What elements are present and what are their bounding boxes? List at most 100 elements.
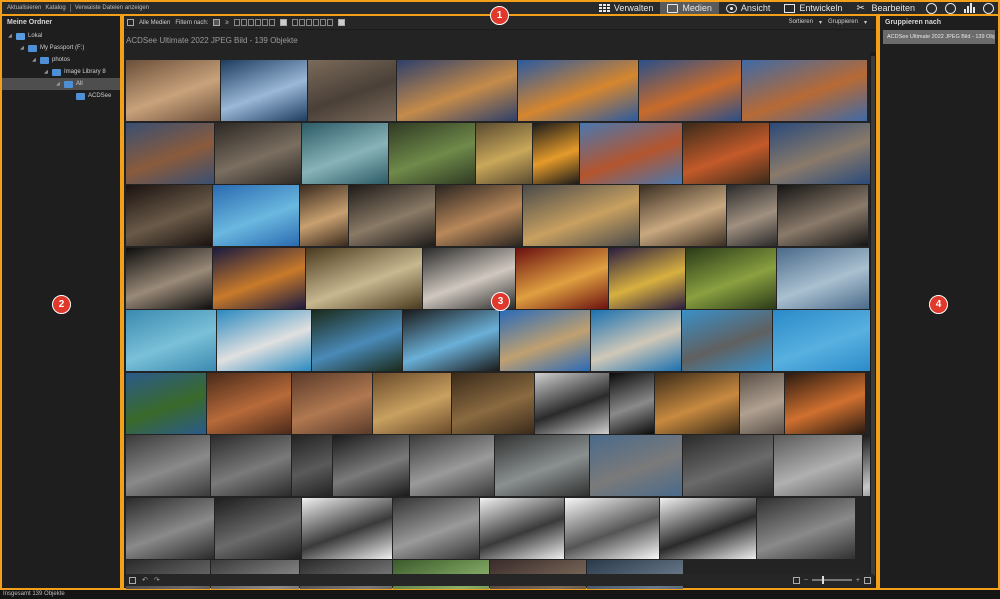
all-media-button[interactable]: Alle Medien — [139, 20, 170, 26]
chevron-down-icon[interactable]: ▾ — [819, 19, 822, 26]
mode-tab-develop[interactable]: Entwickeln — [777, 2, 849, 14]
expand-icon[interactable]: ◢ — [44, 69, 49, 75]
thumbnail[interactable] — [221, 60, 307, 121]
color-label-filter[interactable] — [291, 19, 333, 26]
thumbnail[interactable] — [476, 122, 532, 184]
thumbnail[interactable] — [610, 372, 654, 434]
thumbnail[interactable] — [126, 435, 210, 496]
thumbnail[interactable] — [580, 122, 682, 184]
thumbnail[interactable] — [565, 497, 659, 559]
thumbnail[interactable] — [308, 60, 396, 121]
vertical-scrollbar[interactable] — [870, 52, 876, 587]
thumbnail[interactable] — [292, 435, 332, 496]
thumbnail[interactable] — [126, 185, 212, 246]
tree-node-passport[interactable]: ◢ My Passport (F:) — [2, 42, 120, 54]
sort-button[interactable]: Sortieren — [789, 19, 813, 26]
thumbnail[interactable] — [436, 185, 522, 246]
eye-settings-icon[interactable] — [983, 2, 994, 14]
thumbnail[interactable] — [591, 310, 681, 371]
thumbnail[interactable] — [302, 497, 392, 559]
select-all-icon[interactable] — [129, 576, 136, 584]
zoom-slider[interactable] — [811, 576, 852, 584]
tree-node-acdsee[interactable]: ACDSee — [2, 90, 120, 102]
thumbnail[interactable] — [682, 310, 772, 371]
thumbnail[interactable] — [126, 247, 212, 309]
help-icon[interactable] — [945, 2, 956, 14]
thumbnail[interactable] — [590, 435, 682, 496]
thumbnail[interactable] — [349, 185, 435, 246]
thumbnail[interactable] — [312, 310, 402, 371]
thumbnail[interactable] — [292, 372, 372, 434]
thumbnail[interactable] — [727, 185, 777, 246]
thumbnail[interactable] — [683, 435, 773, 496]
thumbnail-size-icon[interactable] — [792, 576, 800, 584]
expand-icon[interactable]: ◢ — [56, 81, 61, 87]
expand-icon[interactable]: ◢ — [32, 57, 37, 63]
filter-toggle-icon[interactable] — [213, 19, 221, 26]
thumbnail[interactable] — [785, 372, 865, 434]
tree-node-local[interactable]: ◢ Lokal — [2, 30, 120, 42]
thumbnail[interactable] — [126, 122, 214, 184]
thumbnail[interactable] — [757, 497, 855, 559]
thumbnail[interactable] — [778, 185, 868, 246]
chevron-down-icon[interactable]: ▾ — [864, 19, 867, 26]
thumbnail[interactable] — [523, 185, 639, 246]
thumbnail[interactable] — [500, 310, 590, 371]
thumbnail[interactable] — [126, 497, 214, 559]
globe-icon[interactable] — [926, 2, 937, 14]
thumbnail[interactable] — [495, 435, 589, 496]
media-mode-icon[interactable] — [127, 19, 134, 26]
mode-tab-media[interactable]: Medien — [660, 2, 719, 14]
mode-tab-manage[interactable]: Verwalten — [592, 2, 661, 14]
tree-node-photos[interactable]: ◢ photos — [2, 54, 120, 66]
catalog-link[interactable]: Katalog — [45, 5, 65, 11]
thumbnail[interactable] — [213, 185, 299, 246]
tree-node-image-library[interactable]: ◢ Image Library 8 — [2, 66, 120, 78]
thumbnail[interactable] — [609, 247, 685, 309]
zoom-in-icon[interactable]: + — [856, 577, 860, 584]
checkbox-icon[interactable] — [337, 19, 345, 26]
group-item[interactable]: ACDSee Ultimate 2022 JPEG Bild - 139 Obj… — [883, 30, 995, 44]
thumbnail[interactable] — [217, 310, 311, 371]
thumbnail[interactable] — [207, 372, 291, 434]
thumbnail[interactable] — [393, 497, 479, 559]
thumbnail[interactable] — [535, 372, 609, 434]
thumbnail[interactable] — [302, 122, 388, 184]
thumbnail[interactable] — [640, 185, 726, 246]
tree-node-all[interactable]: ◢ All — [2, 78, 120, 90]
thumbnail[interactable] — [516, 247, 608, 309]
checkbox-icon[interactable] — [279, 19, 287, 26]
rating-operator[interactable]: ≥ — [225, 20, 228, 26]
show-orphaned-files-link[interactable]: Verwaiste Dateien anzeigen — [75, 5, 149, 11]
thumbnail[interactable] — [126, 310, 216, 371]
thumbnail[interactable] — [410, 435, 494, 496]
thumbnail[interactable] — [397, 60, 517, 121]
histogram-icon[interactable] — [964, 3, 975, 13]
thumbnail[interactable] — [686, 247, 776, 309]
thumbnail[interactable] — [777, 247, 869, 309]
thumbnail[interactable] — [639, 60, 741, 121]
scrollbar-thumb[interactable] — [871, 56, 875, 576]
thumbnail[interactable] — [773, 310, 870, 371]
thumbnail[interactable] — [863, 435, 870, 496]
thumbnail[interactable] — [774, 435, 862, 496]
rotate-right-icon[interactable]: ↷ — [154, 576, 160, 584]
thumbnail[interactable] — [683, 122, 769, 184]
mode-tab-view[interactable]: Ansicht — [719, 2, 778, 14]
thumbnail[interactable] — [533, 122, 579, 184]
thumbnail[interactable] — [333, 435, 409, 496]
thumbnail[interactable] — [518, 60, 638, 121]
thumbnail[interactable] — [655, 372, 739, 434]
thumbnail[interactable] — [373, 372, 451, 434]
zoom-out-icon[interactable]: − — [804, 577, 808, 584]
thumbnail[interactable] — [742, 60, 867, 121]
mode-tab-edit[interactable]: ✂ Bearbeiten — [849, 2, 922, 14]
thumbnail[interactable] — [215, 122, 301, 184]
refresh-link[interactable]: Aktualisieren — [7, 5, 41, 11]
expand-icon[interactable]: ◢ — [8, 33, 13, 39]
thumbnail[interactable] — [480, 497, 564, 559]
group-button[interactable]: Gruppieren — [828, 19, 858, 26]
rotate-left-icon[interactable]: ↶ — [142, 576, 148, 584]
thumbnail[interactable] — [452, 372, 534, 434]
rating-filter[interactable] — [233, 19, 275, 26]
